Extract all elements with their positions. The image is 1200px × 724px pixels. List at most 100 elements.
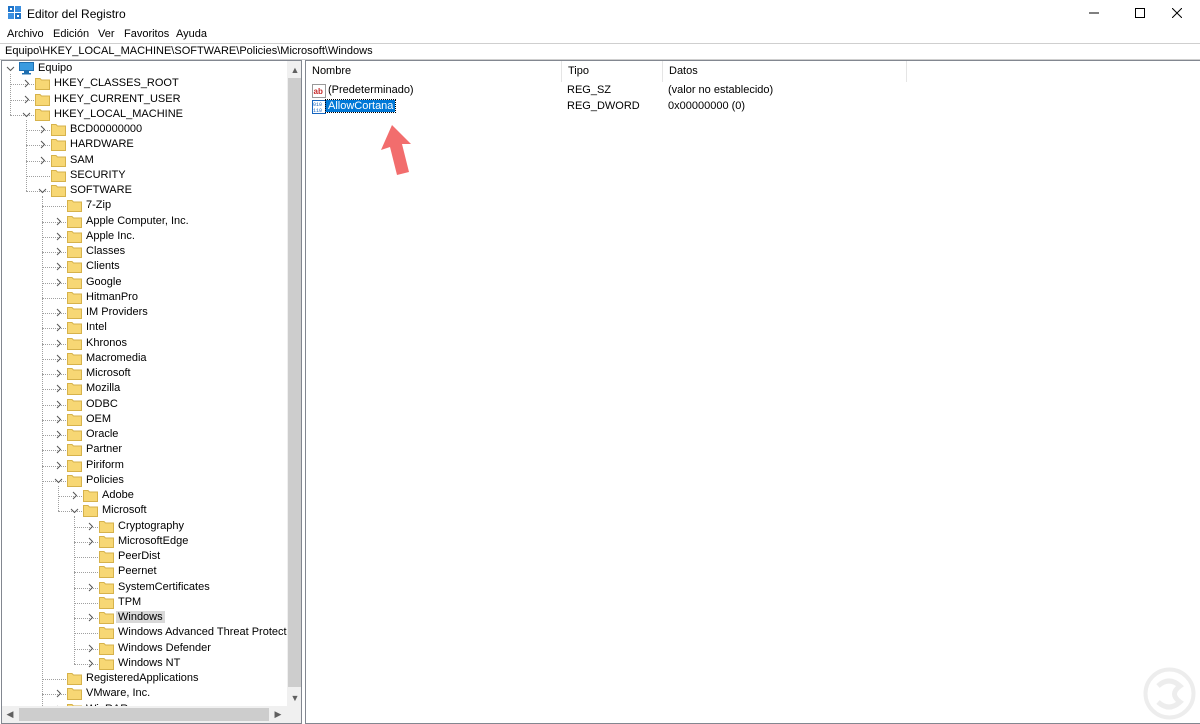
scroll-left-icon[interactable]: ◀ [2,706,18,723]
menu-ayuda[interactable]: Ayuda [176,28,207,40]
chevron-right-icon[interactable] [54,262,63,271]
chevron-right-icon[interactable] [54,247,63,256]
chevron-down-icon[interactable] [22,110,31,119]
chevron-right-icon[interactable] [54,354,63,363]
tree-item[interactable]: Windows NT [2,656,287,671]
tree-item[interactable]: Oracle [2,427,287,442]
chevron-right-icon[interactable] [54,339,63,348]
value-name[interactable]: AllowCortana [324,99,397,113]
tree-vertical-scrollbar[interactable]: ▲ ▼ [287,61,301,706]
menu-ver[interactable]: Ver [98,28,115,40]
tree-item[interactable]: IM Providers [2,305,287,320]
address-bar[interactable]: Equipo\HKEY_LOCAL_MACHINE\SOFTWARE\Polic… [0,43,1200,60]
chevron-right-icon[interactable] [86,583,95,592]
scroll-down-icon[interactable]: ▼ [287,689,301,706]
menu-edicion[interactable]: Edición [53,28,89,40]
tree-item[interactable]: Intel [2,320,287,335]
tree-item[interactable]: Microsoft [2,503,287,518]
value-row-selected[interactable]: 010 110 AllowCortana REG_DWORD 0x0000000… [306,99,1200,115]
tree-item[interactable]: HKEY_CURRENT_USER [2,92,287,107]
tree-horizontal-scrollbar[interactable]: ◀ ▶ [2,706,287,723]
tree-item[interactable]: Cryptography [2,519,287,534]
tree-item[interactable]: Classes [2,244,287,259]
tree-item[interactable]: Adobe [2,488,287,503]
tree-item[interactable]: PeerDist [2,549,287,564]
tree-item[interactable]: Mozilla [2,381,287,396]
tree-item[interactable]: Windows [2,610,287,625]
chevron-right-icon[interactable] [54,323,63,332]
chevron-down-icon[interactable] [70,506,79,515]
tree-horizontal-scroll-thumb[interactable] [19,708,269,721]
tree-item[interactable]: Macromedia [2,351,287,366]
chevron-right-icon[interactable] [54,278,63,287]
tree-item[interactable]: VMware, Inc. [2,686,287,701]
tree-item[interactable]: Piriform [2,458,287,473]
chevron-right-icon[interactable] [86,537,95,546]
chevron-right-icon[interactable] [54,415,63,424]
tree-item[interactable]: SystemCertificates [2,580,287,595]
tree-item[interactable]: Peernet [2,564,287,579]
tree-item[interactable]: Windows Defender [2,641,287,656]
chevron-right-icon[interactable] [54,384,63,393]
chevron-right-icon[interactable] [86,613,95,622]
tree-item[interactable]: RegisteredApplications [2,671,287,686]
tree-item[interactable]: SAM [2,153,287,168]
chevron-right-icon[interactable] [54,308,63,317]
menu-archivo[interactable]: Archivo [7,28,44,40]
chevron-right-icon[interactable] [70,491,79,500]
column-header-data[interactable]: Datos [663,61,907,82]
tree-item[interactable]: Windows Advanced Threat Protection [2,625,301,640]
tree-item[interactable]: Policies [2,473,287,488]
close-button[interactable] [1154,0,1200,26]
tree-item[interactable]: Khronos [2,336,287,351]
minimize-button[interactable] [1071,0,1117,26]
chevron-right-icon[interactable] [86,522,95,531]
registry-tree[interactable]: Equipo HKEY_CLASSES_ROOT HKEY_CURRENT_USER… [1,60,302,724]
tree-item[interactable]: 7-Zip [2,198,287,213]
address-path[interactable]: Equipo\HKEY_LOCAL_MACHINE\SOFTWARE\Polic… [5,45,373,57]
tree-item[interactable]: OEM [2,412,287,427]
tree-item[interactable]: Google [2,275,287,290]
chevron-right-icon[interactable] [38,125,47,134]
chevron-right-icon[interactable] [54,217,63,226]
chevron-right-icon[interactable] [54,461,63,470]
tree-item[interactable]: Apple Inc. [2,229,287,244]
chevron-down-icon[interactable] [38,186,47,195]
chevron-right-icon[interactable] [22,79,31,88]
chevron-right-icon[interactable] [54,689,63,698]
tree-item[interactable]: Apple Computer, Inc. [2,214,287,229]
chevron-right-icon[interactable] [22,95,31,104]
chevron-right-icon[interactable] [38,140,47,149]
tree-item[interactable]: BCD00000000 [2,122,287,137]
tree-item[interactable]: ODBC [2,397,287,412]
tree-item[interactable]: Clients [2,259,287,274]
chevron-down-icon[interactable] [6,64,15,73]
chevron-right-icon[interactable] [54,430,63,439]
scroll-up-icon[interactable]: ▲ [287,61,301,78]
tree-item[interactable]: Partner [2,442,287,457]
tree-item[interactable]: SECURITY [2,168,287,183]
column-header-name[interactable]: Nombre [306,61,562,82]
values-list[interactable]: Nombre Tipo Datos ab (Predeterminado) RE… [305,60,1200,724]
tree-item[interactable]: TPM [2,595,287,610]
scroll-right-icon[interactable]: ▶ [270,706,286,723]
chevron-right-icon[interactable] [38,156,47,165]
chevron-down-icon[interactable] [54,476,63,485]
menu-favoritos[interactable]: Favoritos [124,28,169,40]
column-header-type[interactable]: Tipo [562,61,663,82]
tree-vertical-scroll-thumb[interactable] [288,78,301,687]
value-row[interactable]: ab (Predeterminado) REG_SZ (valor no est… [306,83,1200,99]
tree-item[interactable]: HKEY_LOCAL_MACHINE [2,107,287,122]
chevron-right-icon[interactable] [54,445,63,454]
tree-item[interactable]: Microsoft [2,366,287,381]
tree-item[interactable]: HARDWARE [2,137,287,152]
chevron-right-icon[interactable] [86,659,95,668]
chevron-right-icon[interactable] [86,644,95,653]
chevron-right-icon[interactable] [54,369,63,378]
tree-item[interactable]: Equipo [2,61,287,76]
tree-item[interactable]: HitmanPro [2,290,287,305]
tree-item[interactable]: HKEY_CLASSES_ROOT [2,76,287,91]
tree-item[interactable]: MicrosoftEdge [2,534,287,549]
tree-item[interactable]: SOFTWARE [2,183,287,198]
chevron-right-icon[interactable] [54,232,63,241]
